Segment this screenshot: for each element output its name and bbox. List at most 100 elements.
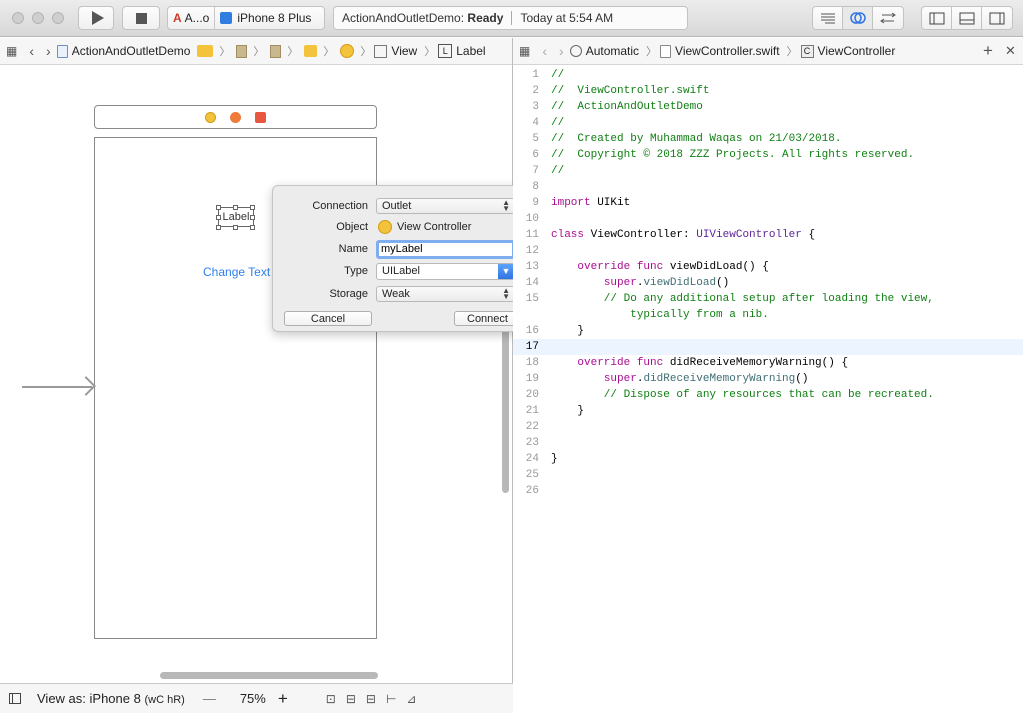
zoom-out-button[interactable]: —: [203, 691, 216, 706]
panel-toggle-group: [921, 6, 1013, 30]
scheme-selector[interactable]: A A...o iPhone 8 Plus: [167, 6, 325, 30]
resize-handle[interactable]: [250, 205, 255, 210]
cancel-button[interactable]: Cancel: [284, 311, 372, 326]
view-as-selector[interactable]: View as: iPhone 8 (wC hR): [37, 691, 185, 706]
scheme-device[interactable]: iPhone 8 Plus: [215, 7, 316, 29]
back-chevron-icon[interactable]: ‹: [23, 43, 40, 59]
code-line[interactable]: 7 //: [513, 163, 1023, 179]
view-controller-dock-icon[interactable]: [205, 111, 216, 123]
zoom-in-button[interactable]: +: [278, 689, 288, 709]
crumb-file[interactable]: ViewController.swift: [660, 44, 780, 58]
version-editor-button[interactable]: [873, 7, 903, 29]
toggle-debug-area-button[interactable]: [952, 7, 982, 29]
run-button[interactable]: [78, 6, 114, 30]
related-items-icon[interactable]: ▦: [0, 44, 23, 58]
folder-icon[interactable]: [197, 45, 214, 57]
code-line[interactable]: 19 super.didReceiveMemoryWarning(): [513, 371, 1023, 387]
code-line[interactable]: 15 // Do any additional setup after load…: [513, 291, 1023, 307]
crumb-label[interactable]: L Label: [438, 44, 486, 58]
code-line[interactable]: 26: [513, 483, 1023, 499]
resize-handle[interactable]: [216, 205, 221, 210]
first-responder-icon[interactable]: [230, 111, 241, 123]
line-number: 4: [532, 117, 539, 129]
storage-popup[interactable]: Weak ▲ ▼: [376, 286, 515, 302]
code-line[interactable]: 5 // Created by Muhammad Waqas on 21/03/2…: [513, 131, 1023, 147]
crumb-view[interactable]: View: [374, 44, 417, 58]
selected-ui-label[interactable]: Label: [218, 207, 254, 227]
code-line[interactable]: 8: [513, 179, 1023, 195]
line-number: 8: [532, 181, 539, 193]
chevron-down-icon[interactable]: ▼: [498, 263, 514, 279]
resize-handle[interactable]: [216, 215, 221, 220]
zoom-window-button[interactable]: [52, 12, 64, 24]
assistant-editor-button[interactable]: [843, 7, 873, 29]
code-line[interactable]: 21 }: [513, 403, 1023, 419]
code-line[interactable]: 2 // ViewController.swift: [513, 83, 1023, 99]
code-line[interactable]: 23: [513, 435, 1023, 451]
close-window-button[interactable]: [12, 12, 24, 24]
code-line[interactable]: 25: [513, 467, 1023, 483]
code-line[interactable]: 22: [513, 419, 1023, 435]
code-line[interactable]: 14 super.viewDidLoad(): [513, 275, 1023, 291]
code-line[interactable]: 3 // ActionAndOutletDemo: [513, 99, 1023, 115]
horizontal-scrollbar[interactable]: [160, 672, 378, 679]
minimize-window-button[interactable]: [32, 12, 44, 24]
crumb-automatic[interactable]: Automatic: [569, 44, 639, 58]
storyboard-base-icon[interactable]: [270, 44, 282, 58]
related-items-icon[interactable]: ▦: [513, 44, 536, 58]
left-panel-icon: [929, 12, 944, 24]
embed-in-stack-icon[interactable]: ⊡: [326, 692, 336, 706]
scheme-target[interactable]: A A...o: [168, 7, 214, 29]
code-line[interactable]: 18 override func didReceiveMemoryWarning…: [513, 355, 1023, 371]
code-line[interactable]: 12: [513, 243, 1023, 259]
toggle-navigator-button[interactable]: [922, 7, 952, 29]
type-combo-box[interactable]: UILabel ▼: [376, 262, 515, 280]
connect-button[interactable]: Connect: [454, 311, 521, 326]
exit-icon[interactable]: [255, 111, 266, 123]
change-text-button[interactable]: Change Text: [203, 265, 270, 279]
close-editor-icon[interactable]: ✕: [1005, 43, 1016, 59]
initial-view-controller-arrow-icon: [22, 386, 92, 388]
type-row: Type UILabel ▼: [273, 262, 532, 280]
connection-popup[interactable]: Outlet ▲ ▼: [376, 198, 515, 214]
code-line[interactable]: 13 override func viewDidLoad() {: [513, 259, 1023, 275]
crumb-class[interactable]: C ViewController: [800, 44, 895, 58]
forward-chevron-icon[interactable]: ›: [553, 43, 570, 59]
code-line[interactable]: 20 // Dispose of any resources that can …: [513, 387, 1023, 403]
toggle-utilities-button[interactable]: [982, 7, 1012, 29]
lines-icon: [820, 13, 835, 24]
code-line[interactable]: 1 //: [513, 67, 1023, 83]
code-line[interactable]: 17: [513, 339, 1023, 355]
code-line[interactable]: 11 class ViewController: UIViewController…: [513, 227, 1023, 243]
resize-handle[interactable]: [216, 225, 221, 230]
storyboard-file-icon[interactable]: [236, 44, 248, 58]
align-icon[interactable]: ⊟: [346, 692, 356, 706]
object-row: Object View Controller: [336, 220, 472, 234]
resize-handle[interactable]: [233, 225, 238, 230]
document-outline-toggle-icon[interactable]: [9, 693, 21, 704]
resize-handle[interactable]: [250, 225, 255, 230]
code-line[interactable]: 10: [513, 211, 1023, 227]
stop-button[interactable]: [122, 6, 160, 30]
add-editor-icon[interactable]: +: [983, 41, 993, 61]
code-line[interactable]: 6 // Copyright © 2018 ZZZ Projects. All r…: [513, 147, 1023, 163]
code-line[interactable]: 9 import UIKit: [513, 195, 1023, 211]
resize-handle[interactable]: [250, 215, 255, 220]
code-line[interactable]: 4 //: [513, 115, 1023, 131]
back-chevron-icon[interactable]: ‹: [536, 43, 553, 59]
pin-icon[interactable]: ⊟: [366, 692, 376, 706]
crumb-project[interactable]: ActionAndOutletDemo: [56, 44, 190, 58]
resolve-autolayout-icon[interactable]: ⊢: [386, 692, 396, 706]
standard-editor-button[interactable]: [813, 7, 843, 29]
outlet-name-input[interactable]: [376, 239, 515, 259]
code-line[interactable]: typically from a nib.: [513, 307, 1023, 323]
scene-dock[interactable]: [94, 105, 377, 129]
scene-icon[interactable]: [304, 45, 318, 57]
code-token: didReceiveMemoryWarning() {: [663, 357, 849, 369]
resizing-behavior-icon[interactable]: ⊿: [406, 692, 416, 706]
forward-chevron-icon[interactable]: ›: [40, 43, 57, 59]
resize-handle[interactable]: [233, 205, 238, 210]
code-line[interactable]: 16 }: [513, 323, 1023, 339]
view-controller-icon[interactable]: [340, 44, 355, 58]
code-line[interactable]: 24}: [513, 451, 1023, 467]
